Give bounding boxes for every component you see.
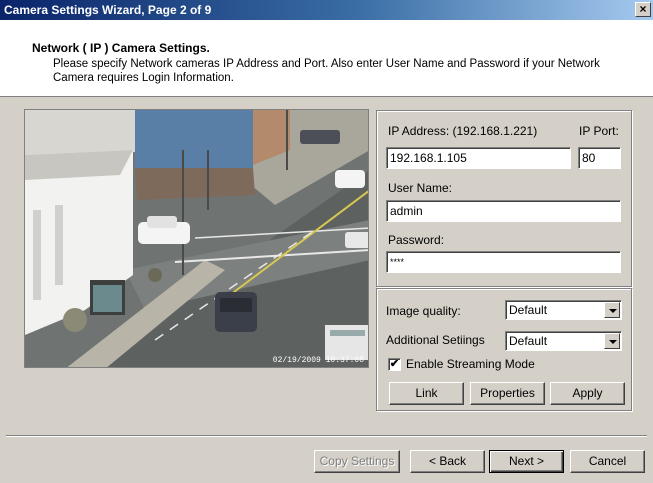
ip-address-input[interactable]: 192.168.1.105 <box>386 147 571 169</box>
cancel-button[interactable]: Cancel <box>570 450 645 473</box>
username-label: User Name: <box>388 181 453 195</box>
connection-group: IP Address: (192.168.1.221) IP Port: 192… <box>376 110 632 287</box>
footer-divider <box>6 435 647 437</box>
ip-port-input[interactable]: 80 <box>578 147 621 169</box>
image-quality-label: Image quality: <box>386 304 461 318</box>
chevron-down-icon[interactable] <box>604 302 620 318</box>
properties-button[interactable]: Properties <box>470 382 545 405</box>
password-label: Password: <box>388 233 445 247</box>
preview-timestamp: 02/19/2009 10:37:08 <box>272 356 364 365</box>
wizard-window: Camera Settings Wizard, Page 2 of 9 × Ne… <box>0 0 653 483</box>
window-title: Camera Settings Wizard, Page 2 of 9 <box>4 3 212 17</box>
chevron-down-icon[interactable] <box>604 333 620 349</box>
wizard-header: Network ( IP ) Camera Settings. Please s… <box>0 20 653 97</box>
page-description: Please specify Network cameras IP Addres… <box>53 58 600 84</box>
streaming-checkbox[interactable]: ✔ <box>388 358 401 371</box>
additional-settings-select[interactable]: Default <box>505 331 622 351</box>
copy-settings-button[interactable]: Copy Settings <box>314 450 400 473</box>
streaming-label: Enable Streaming Mode <box>406 357 535 371</box>
camera-preview-image <box>25 110 368 367</box>
apply-button[interactable]: Apply <box>550 382 625 405</box>
next-button[interactable]: Next > <box>489 450 564 473</box>
additional-settings-value: Default <box>509 334 548 348</box>
ip-port-label: IP Port: <box>579 124 619 138</box>
image-quality-value: Default <box>509 303 548 317</box>
additional-settings-label: Additional Setiings <box>386 333 485 347</box>
page-title: Network ( IP ) Camera Settings. <box>32 41 210 55</box>
title-bar: Camera Settings Wizard, Page 2 of 9 × <box>0 0 653 20</box>
link-button[interactable]: Link <box>389 382 464 405</box>
ip-address-label: IP Address: (192.168.1.221) <box>388 124 538 138</box>
camera-preview: 02/19/2009 10:37:08 <box>24 109 369 368</box>
password-input[interactable]: **** <box>386 251 621 273</box>
back-button[interactable]: < Back <box>410 450 485 473</box>
close-icon[interactable]: × <box>635 2 651 17</box>
options-group: Image quality: Default Additional Setiin… <box>376 288 632 411</box>
username-input[interactable]: admin <box>386 200 621 222</box>
image-quality-select[interactable]: Default <box>505 300 622 320</box>
